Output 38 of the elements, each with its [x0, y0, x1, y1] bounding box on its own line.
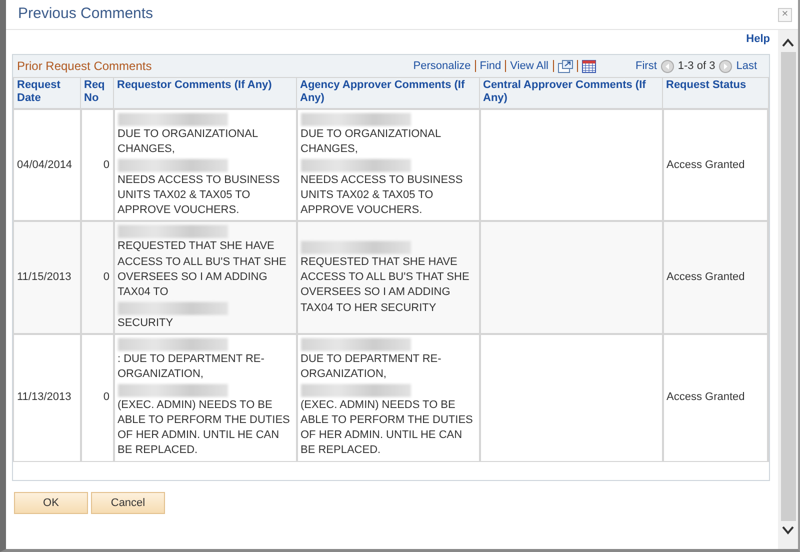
- grid-link[interactable]: Personalize: [413, 58, 471, 74]
- table-cell: 0: [80, 221, 114, 334]
- dialog-button[interactable]: Cancel: [91, 492, 165, 514]
- table-cell: Access Granted: [662, 221, 768, 334]
- column-header: Central Approver Comments (If Any): [480, 77, 662, 109]
- column-header: Agency Approver Comments (If Any): [296, 77, 480, 109]
- scroll-up-icon[interactable]: [782, 38, 794, 48]
- comment-text: NEEDS ACCESS TO BUSINESS UNITS TAX02 & TAX05 TO APPROVE VOUCHERS.: [118, 174, 280, 216]
- column-header: Request Date: [14, 77, 80, 109]
- zoom-icon[interactable]: [558, 60, 572, 73]
- help-link[interactable]: Help: [12, 31, 770, 54]
- spreadsheet-icon[interactable]: [582, 60, 596, 73]
- page-range: 1-3 of 3: [678, 59, 716, 74]
- comment-text: REQUESTED THAT SHE HAVE ACCESS TO ALL BU'S THAT SHE OVERSEES SO I AM ADDING TAX04 TO: [118, 240, 286, 298]
- dialog-button[interactable]: OK: [14, 492, 88, 514]
- comment-text: (EXEC. ADMIN) NEEDS TO BE ABLE TO PERFORM THE DUTIES OF HER ADMIN. UNTIL HE CAN BE REPLACED.: [118, 398, 290, 456]
- comment-text: (EXEC. ADMIN) NEEDS TO BE ABLE TO PERFORM THE DUTIES OF HER ADMIN. UNTIL HE CAN BE REPLACED.: [300, 398, 473, 456]
- comment-text: SECURITY: [118, 316, 174, 329]
- comment-text: NEEDS ACCESS TO BUSINESS UNITS TAX02 & TAX05 TO APPROVE VOUCHERS.: [300, 174, 463, 216]
- grid-link[interactable]: View All: [510, 58, 548, 74]
- scroll-down-icon[interactable]: [782, 525, 794, 535]
- comment-text: REQUESTED THAT SHE HAVE ACCESS TO ALL BU'S THAT SHE OVERSEES SO I AM ADDING TAX04 TO HER SECURITY: [300, 256, 470, 314]
- table-cell: 0: [80, 334, 114, 462]
- table-cell: 11/13/2013: [14, 334, 80, 462]
- column-header: Request Status: [662, 77, 768, 109]
- column-header: Requestor Comments (If Any): [114, 77, 296, 109]
- table-cell: Access Granted: [662, 334, 768, 462]
- column-header: Req No: [80, 77, 114, 109]
- first-link[interactable]: First: [636, 58, 657, 74]
- comment-text: : DUE TO DEPARTMENT RE-ORGANIZATION,: [118, 352, 264, 380]
- comment-text: DUE TO ORGANIZATIONAL CHANGES,: [300, 128, 441, 156]
- last-link[interactable]: Last: [736, 58, 757, 74]
- table-cell: 11/15/2013: [14, 221, 80, 334]
- grid-title: Prior Request Comments: [17, 58, 152, 75]
- comment-text: DUE TO ORGANIZATIONAL CHANGES,: [118, 128, 258, 156]
- grid-link[interactable]: Find: [480, 58, 502, 74]
- comment-text: DUE TO DEPARTMENT RE-ORGANIZATION,: [300, 352, 442, 380]
- window-title: Previous Comments: [18, 4, 154, 24]
